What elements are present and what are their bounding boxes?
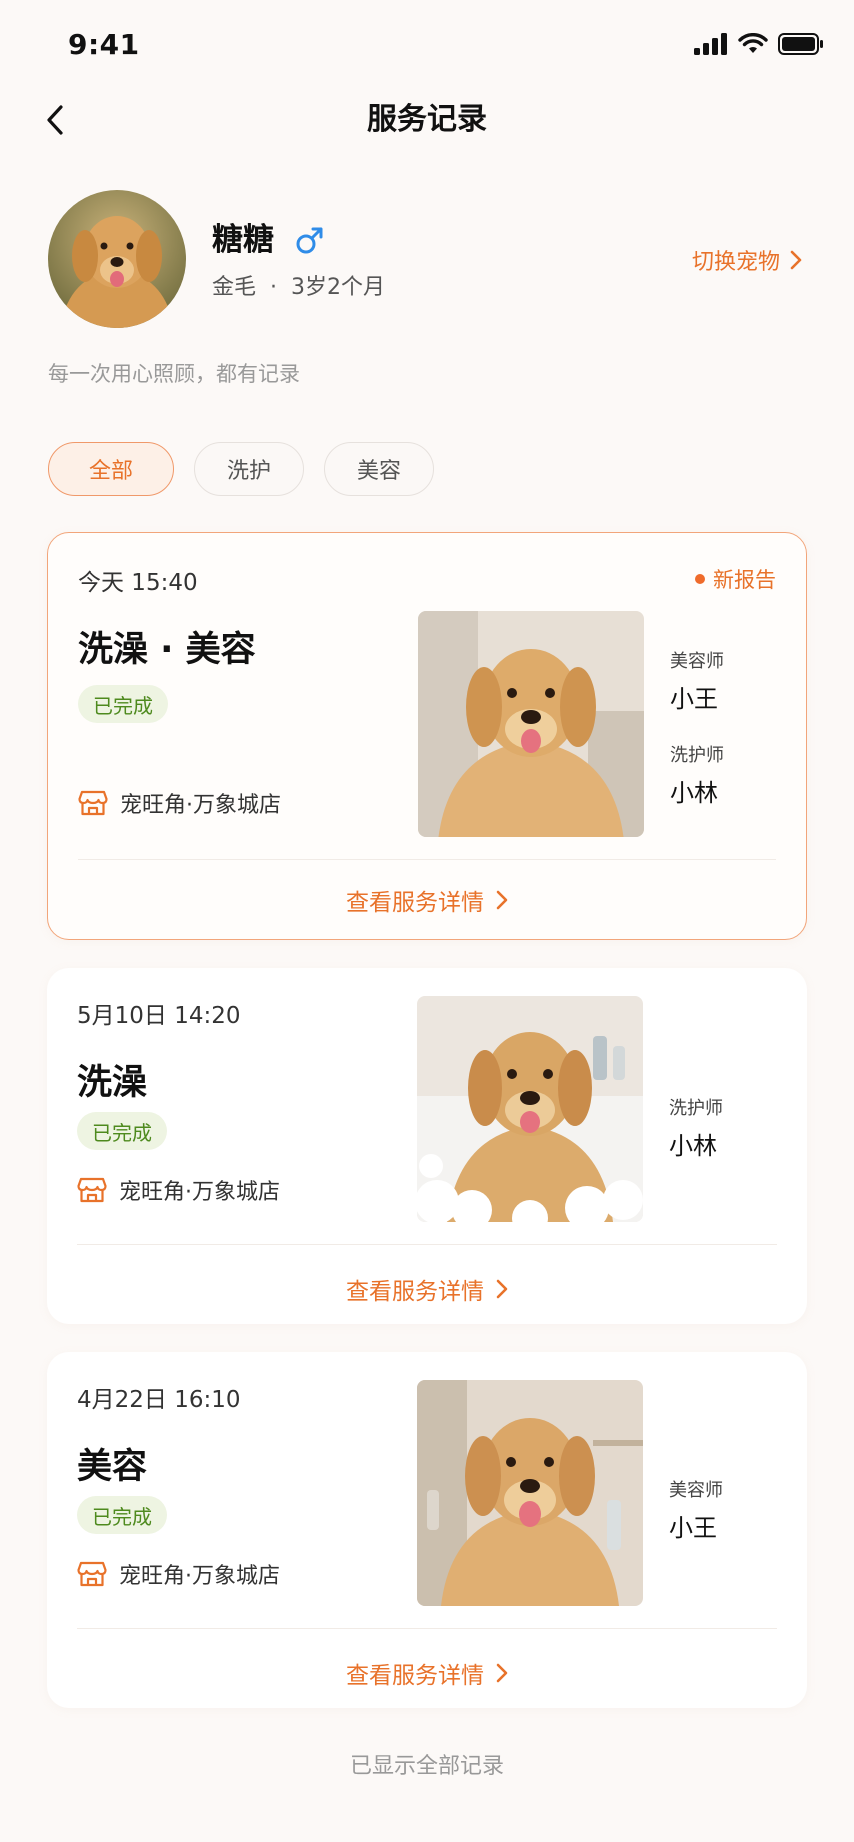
status-badge: 已完成: [77, 1112, 167, 1150]
switch-pet-button[interactable]: 切换宠物: [692, 244, 802, 276]
chevron-right-icon: [496, 890, 508, 910]
wifi-icon: [738, 33, 768, 53]
chevron-right-icon: [790, 250, 802, 270]
status-badge: 已完成: [77, 1496, 167, 1534]
store-icon: [78, 790, 108, 816]
store-info: 宠旺角·万象城店: [77, 1558, 280, 1590]
tagline: 每一次用心照顾，都有记录: [48, 362, 300, 386]
staff-name: 小王: [669, 1514, 717, 1542]
pet-name: 糖糖: [212, 222, 274, 258]
service-type: 美容: [77, 1447, 148, 1487]
service-type: 洗澡 · 美容: [78, 630, 256, 670]
store-info: 宠旺角·万象城店: [78, 787, 281, 819]
view-detail-link[interactable]: 查看服务详情: [47, 1656, 807, 1690]
record-card[interactable]: 今天 15:40 新报告 洗澡 · 美容 已完成 宠旺角·万象城店 美容师 小王…: [47, 532, 807, 940]
filter-care[interactable]: 洗护: [194, 442, 305, 496]
staff-name: 小林: [669, 1132, 717, 1160]
chevron-right-icon: [496, 1279, 508, 1299]
filter-all[interactable]: 全部: [48, 442, 175, 496]
new-report-badge: 新报告: [695, 564, 776, 594]
view-detail-link[interactable]: 查看服务详情: [48, 883, 806, 917]
service-records-page: 9:41 服务记录 糖糖 金毛 · 3岁2个月 切换宠物 每一次用心照顾，都有记…: [0, 0, 854, 1842]
new-dot-icon: [695, 574, 705, 584]
new-report-label: 新报告: [713, 568, 776, 592]
page-title: 服务记录: [367, 102, 487, 137]
staff-role: 洗护师: [670, 745, 724, 766]
golden-retriever-photo: [418, 611, 644, 837]
record-datetime: 5月10日 14:20: [77, 1003, 241, 1029]
view-detail-label: 查看服务详情: [346, 1663, 484, 1689]
golden-retriever-avatar-image: [48, 190, 186, 328]
staff-role: 美容师: [670, 651, 724, 672]
staff-role: 美容师: [669, 1480, 723, 1501]
golden-retriever-bath-photo: [417, 996, 643, 1222]
record-card[interactable]: 5月10日 14:20 洗澡 已完成 宠旺角·万象城店 洗护师 小林 查看服务详…: [47, 968, 807, 1324]
service-photo[interactable]: [417, 996, 643, 1222]
meta-separator: ·: [270, 275, 278, 300]
store-name: 宠旺角·万象城店: [119, 1564, 280, 1589]
view-detail-label: 查看服务详情: [346, 1279, 484, 1305]
pet-avatar: [48, 190, 186, 328]
staff-name: 小王: [670, 685, 718, 713]
view-detail-label: 查看服务详情: [346, 890, 484, 916]
status-badge: 已完成: [78, 685, 168, 723]
service-photo[interactable]: [417, 1380, 643, 1606]
card-divider: [77, 1244, 777, 1245]
filter-tabs: 全部 洗护 美容: [48, 442, 435, 496]
switch-pet-label: 切换宠物: [691, 250, 780, 275]
record-card[interactable]: 4月22日 16:10 美容 已完成 宠旺角·万象城店 美容师 小王 查看服务详…: [47, 1352, 807, 1708]
pet-age: 3岁2个月: [291, 275, 386, 300]
record-datetime: 今天 15:40: [78, 570, 198, 596]
record-datetime: 4月22日 16:10: [77, 1387, 241, 1413]
filter-grooming[interactable]: 美容: [324, 442, 435, 496]
store-icon: [77, 1561, 107, 1587]
cellular-signal-icon: [694, 33, 727, 55]
service-photo[interactable]: [418, 611, 644, 837]
card-divider: [78, 859, 776, 860]
service-type: 洗澡: [77, 1063, 148, 1103]
status-icons: [694, 28, 824, 60]
store-info: 宠旺角·万象城店: [77, 1174, 280, 1206]
store-icon: [77, 1177, 107, 1203]
card-divider: [77, 1628, 777, 1629]
view-detail-link[interactable]: 查看服务详情: [47, 1272, 807, 1306]
staff-name: 小林: [670, 779, 718, 807]
status-time: 9:41: [68, 28, 140, 61]
end-of-list-note: 已显示全部记录: [349, 1754, 504, 1779]
back-button[interactable]: [38, 100, 72, 140]
chevron-left-icon: [47, 105, 63, 135]
golden-retriever-salon-photo: [417, 1380, 643, 1606]
store-name: 宠旺角·万象城店: [120, 793, 281, 818]
chevron-right-icon: [496, 1663, 508, 1683]
pet-breed: 金毛: [212, 275, 257, 300]
battery-icon: [778, 33, 823, 55]
store-name: 宠旺角·万象城店: [119, 1180, 280, 1205]
male-symbol-icon: [296, 227, 323, 254]
pet-meta: 金毛 · 3岁2个月: [212, 272, 385, 304]
staff-role: 洗护师: [669, 1098, 723, 1119]
